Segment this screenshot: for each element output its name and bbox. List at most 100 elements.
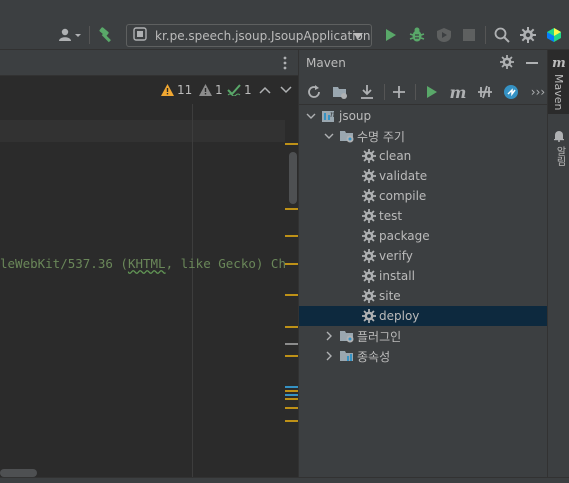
panel-settings-icon[interactable] <box>500 55 514 72</box>
download-sources-icon[interactable] <box>358 83 376 101</box>
notifications-stripe-label: 알림 <box>554 146 565 166</box>
stop-icon[interactable] <box>460 25 478 45</box>
tree-node-phase-selected[interactable]: deploy <box>299 306 548 326</box>
phase-label: site <box>379 289 401 303</box>
tree-node-phase[interactable]: site <box>299 286 548 306</box>
typos-count: 1 <box>244 83 252 97</box>
error-stripe-mark[interactable] <box>285 208 298 210</box>
settings-icon[interactable] <box>518 25 538 45</box>
warnings-indicator[interactable]: 11 <box>161 82 192 98</box>
chevron-right-icon[interactable] <box>323 330 335 342</box>
lifecycle-label: 수명 주기 <box>357 129 405 144</box>
phase-label: package <box>379 229 430 243</box>
debug-icon[interactable] <box>407 25 427 45</box>
typo-check-icon <box>227 84 241 96</box>
error-stripe-mark[interactable] <box>285 386 298 388</box>
code-editor[interactable] <box>0 104 298 483</box>
error-stripe-mark[interactable] <box>285 394 298 396</box>
gear-icon <box>361 148 377 164</box>
gear-icon <box>361 308 377 324</box>
error-stripe-mark[interactable] <box>285 355 298 357</box>
maven-stripe-label: Maven <box>552 74 565 111</box>
tree-node-project[interactable]: m jsoup <box>299 106 548 126</box>
chevron-down-icon <box>280 86 292 94</box>
toolbar-separator <box>415 84 416 100</box>
dependencies-label: 종속성 <box>357 349 391 364</box>
search-icon[interactable] <box>492 25 512 45</box>
code-line[interactable]: leWebKit/537.36 (KHTML, like Gecko) Ch <box>0 256 286 271</box>
tree-node-phase[interactable]: verify <box>299 246 548 266</box>
maven-toolbar: m ››› <box>299 77 548 105</box>
maven-m-icon: m <box>552 56 566 71</box>
gear-icon <box>361 228 377 244</box>
tree-node-phase[interactable]: compile <box>299 186 548 206</box>
weak-warning-icon <box>199 84 212 96</box>
maven-tool-window: Maven m ››› m jsoup 수명 주기 clean validate… <box>298 50 548 483</box>
gear-icon <box>361 208 377 224</box>
svg-text:m: m <box>330 110 337 119</box>
ide-window: kr.pe.speech.jsoup.JsoupApplication 11 1… <box>0 0 569 483</box>
next-highlight-button[interactable] <box>280 82 292 98</box>
toolbar-separator <box>485 26 486 44</box>
add-icon[interactable] <box>390 83 408 101</box>
error-stripe-mark[interactable] <box>285 407 298 409</box>
chevron-right-icon[interactable] <box>323 350 335 362</box>
generate-sources-icon[interactable] <box>331 83 349 101</box>
skip-tests-icon[interactable] <box>502 83 520 101</box>
bell-icon <box>553 130 565 145</box>
error-stripe-mark[interactable] <box>285 343 298 345</box>
coverage-icon[interactable] <box>434 25 454 45</box>
phase-label: deploy <box>379 309 420 323</box>
phase-label: clean <box>379 149 412 163</box>
error-stripe-mark[interactable] <box>285 294 298 296</box>
run-config-icon <box>133 27 147 44</box>
gear-icon <box>361 168 377 184</box>
tree-node-phase[interactable]: install <box>299 266 548 286</box>
gear-icon <box>361 288 377 304</box>
maven-stripe-button[interactable]: m Maven <box>548 50 569 114</box>
maven-execute-icon[interactable]: m <box>449 83 467 102</box>
error-stripe-mark[interactable] <box>285 390 298 392</box>
more-tabs-icon[interactable] <box>283 56 287 70</box>
right-tool-stripe: m Maven 알림 <box>547 50 569 483</box>
tree-node-phase[interactable]: package <box>299 226 548 246</box>
tree-node-plugins[interactable]: 플러그인 <box>299 326 548 346</box>
minimize-icon[interactable] <box>526 62 538 64</box>
error-stripe-mark[interactable] <box>285 235 298 237</box>
notifications-stripe-button[interactable]: 알림 <box>548 124 569 176</box>
phase-label: test <box>379 209 403 223</box>
code-string-start: leWebKit/537.36 ( <box>0 256 128 271</box>
editor-inspection-bar <box>0 76 298 104</box>
toggle-offline-icon[interactable] <box>476 83 494 101</box>
typos-indicator[interactable]: 1 <box>227 82 252 98</box>
user-icon[interactable] <box>55 25 85 45</box>
gear-icon <box>361 248 377 264</box>
tree-node-dependencies[interactable]: 종속성 <box>299 346 548 366</box>
error-stripe-mark[interactable] <box>285 398 298 400</box>
build-hammer-icon[interactable] <box>96 25 118 45</box>
chevron-down-icon[interactable] <box>323 130 335 142</box>
error-stripe-mark[interactable] <box>285 143 298 145</box>
tree-node-phase[interactable]: test <box>299 206 548 226</box>
phase-label: install <box>379 269 415 283</box>
caret-row-highlight <box>0 120 285 142</box>
error-stripe-mark[interactable] <box>285 326 298 328</box>
run-icon[interactable] <box>382 25 400 45</box>
error-stripe-mark[interactable] <box>285 420 298 422</box>
tree-node-phase[interactable]: clean <box>299 146 548 166</box>
error-stripe-mark[interactable] <box>285 263 298 265</box>
chevron-down-icon[interactable] <box>305 110 317 122</box>
more-actions-icon[interactable]: ››› <box>529 83 547 101</box>
tree-node-lifecycle[interactable]: 수명 주기 <box>299 126 548 146</box>
reload-icon[interactable] <box>305 83 323 101</box>
previous-highlight-button[interactable] <box>259 82 271 98</box>
vertical-scrollbar[interactable] <box>289 152 297 204</box>
toolbox-icon[interactable] <box>544 25 564 45</box>
tree-node-phase[interactable]: validate <box>299 166 548 186</box>
run-configuration-selector[interactable]: kr.pe.speech.jsoup.JsoupApplication <box>126 24 372 47</box>
horizontal-scrollbar[interactable] <box>0 469 37 477</box>
gear-icon <box>361 188 377 204</box>
weak-warnings-indicator[interactable]: 1 <box>199 82 223 98</box>
run-goal-icon[interactable] <box>423 83 441 101</box>
run-config-label: kr.pe.speech.jsoup.JsoupApplication <box>155 28 371 43</box>
